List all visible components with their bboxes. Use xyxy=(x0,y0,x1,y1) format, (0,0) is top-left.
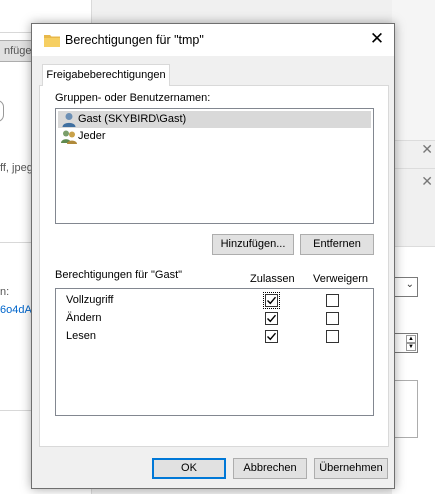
folder-icon xyxy=(44,35,60,47)
background-dropdown: ⌄ xyxy=(392,277,418,297)
close-icon: ✕ xyxy=(369,29,385,48)
permission-name: Vollzugriff xyxy=(66,294,114,306)
checkmark-icon xyxy=(267,296,277,305)
checkmark-icon xyxy=(267,314,277,323)
background-spinner: ▲ ▼ xyxy=(392,333,418,353)
spin-down-icon: ▼ xyxy=(406,343,416,351)
remove-button[interactable]: Entfernen xyxy=(300,234,374,255)
permission-row-full-control: Vollzugriff xyxy=(56,292,373,309)
ok-button[interactable]: OK xyxy=(152,458,226,479)
close-button[interactable]: ✕ xyxy=(360,24,394,56)
apply-button[interactable]: Übernehmen xyxy=(314,458,388,479)
list-item-guest[interactable]: Gast (SKYBIRD\Gast) xyxy=(58,111,371,128)
permission-name: Lesen xyxy=(66,330,96,342)
allow-change-checkbox[interactable] xyxy=(265,312,278,325)
list-item-everyone[interactable]: Jeder xyxy=(58,128,371,145)
permissions-list: Vollzugriff Ändern Lesen xyxy=(55,288,374,416)
background-window-right: ✕ ✕ ⌄ ▲ ▼ xyxy=(392,0,435,494)
background-file-types-text: ff, jpeg xyxy=(0,162,33,174)
background-divider xyxy=(0,410,34,411)
permissions-label: Berechtigungen für "Gast" xyxy=(55,269,183,281)
background-divider xyxy=(0,32,34,33)
user-group-icon xyxy=(61,130,77,144)
allow-read-checkbox[interactable] xyxy=(265,330,278,343)
chevron-down-icon: ⌄ xyxy=(405,279,414,290)
permission-name: Ändern xyxy=(66,312,102,324)
allow-column-header: Zulassen xyxy=(250,273,295,285)
background-divider xyxy=(0,242,34,243)
cancel-button[interactable]: Abbrechen xyxy=(233,458,307,479)
deny-change-checkbox[interactable] xyxy=(326,312,339,325)
spin-up-icon: ▲ xyxy=(406,335,416,343)
dialog-title: Berechtigungen für "tmp" xyxy=(65,33,204,47)
permissions-dialog: Berechtigungen für "tmp" ✕ Freigabeberec… xyxy=(31,23,395,489)
allow-full-control-checkbox[interactable] xyxy=(263,292,280,309)
background-add-button: nfügen xyxy=(0,40,34,62)
add-button[interactable]: Hinzufügen... xyxy=(212,234,294,255)
permission-row-read: Lesen xyxy=(56,328,373,345)
deny-column-header: Verweigern xyxy=(313,273,369,285)
tab-share-permissions[interactable]: Freigabeberechtigungen xyxy=(42,64,170,86)
user-name: Jeder xyxy=(78,130,106,142)
single-user-icon xyxy=(62,113,76,127)
permission-row-change: Ändern xyxy=(56,310,373,327)
background-control xyxy=(0,100,4,122)
groups-label: Gruppen- oder Benutzernamen: xyxy=(55,92,211,104)
user-name: Gast (SKYBIRD\Gast) xyxy=(78,113,187,125)
tab-panel: Gruppen- oder Benutzernamen: Gast (SKYBI… xyxy=(39,85,389,447)
deny-read-checkbox[interactable] xyxy=(326,330,339,343)
checkmark-icon xyxy=(267,332,277,341)
title-bar[interactable]: Berechtigungen für "tmp" ✕ xyxy=(32,24,394,56)
background-textbox xyxy=(392,380,418,438)
deny-full-control-checkbox[interactable] xyxy=(326,294,339,307)
background-label: n: xyxy=(0,286,10,298)
background-close-icon: ✕ xyxy=(421,173,433,189)
background-close-icon: ✕ xyxy=(421,141,433,157)
user-list[interactable]: Gast (SKYBIRD\Gast) Jeder xyxy=(55,108,374,224)
